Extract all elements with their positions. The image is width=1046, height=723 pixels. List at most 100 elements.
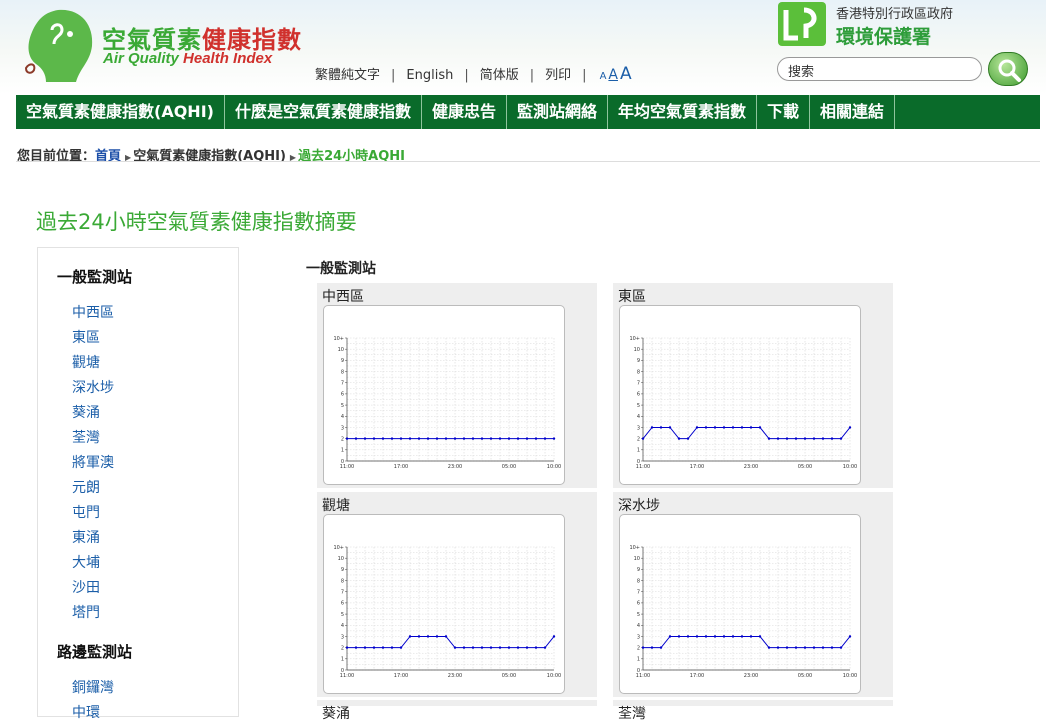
text-only-link[interactable]: 繁體純文字 — [315, 64, 380, 83]
y-tick-label: 6 — [341, 601, 344, 607]
aqhi-point — [372, 437, 376, 440]
x-tick-label: 10:00 — [843, 464, 857, 470]
aqhi-point — [381, 646, 385, 649]
separator: | — [464, 68, 469, 83]
aqhi-point — [803, 646, 807, 649]
aqhi-point — [552, 635, 556, 638]
font-medium-button[interactable]: A — [608, 67, 618, 83]
sidebar-station-link[interactable]: 荃灣 — [72, 427, 100, 447]
font-small-button[interactable]: A — [600, 71, 607, 82]
nav-what-is-aqhi[interactable]: 什麼是空氣質素健康指數 — [225, 95, 422, 129]
y-tick-label: 1 — [341, 448, 344, 454]
x-tick-label: 17:00 — [394, 464, 408, 470]
sidebar-station-link[interactable]: 中環 — [72, 702, 100, 722]
aqhi-point — [839, 646, 843, 649]
aqhi-point — [677, 437, 681, 440]
nav-health-advice[interactable]: 健康忠告 — [422, 95, 507, 129]
y-tick-label: 5 — [637, 403, 640, 409]
aqhi-point — [848, 426, 852, 429]
aqhi-point — [812, 646, 816, 649]
dept-name[interactable]: 環境保護署 — [836, 22, 931, 49]
search-input[interactable]: 搜索 — [777, 57, 982, 81]
aqhi-point — [453, 437, 457, 440]
x-tick-label: 23:00 — [448, 464, 462, 470]
sidebar-station-link[interactable]: 大埔 — [72, 552, 100, 572]
site-title-en[interactable]: Air Quality Health Index — [103, 50, 272, 67]
aqhi-chart: 0 1 2 3 4 5 6 7 8 9 10 10+ 11:00 17:00 23:00 05:00 10:00 — [323, 514, 565, 694]
aqhi-point — [650, 426, 654, 429]
general-stations-heading: 一般監測站 — [57, 268, 133, 286]
y-tick-label: 10 — [338, 556, 344, 562]
sidebar-station-link[interactable]: 塔門 — [72, 602, 100, 622]
english-link[interactable]: English — [406, 68, 453, 83]
x-tick-label: 17:00 — [690, 673, 704, 679]
sidebar-station-link[interactable]: 東區 — [72, 327, 100, 347]
aqhi-point — [821, 437, 825, 440]
sidebar-station-link[interactable]: 屯門 — [72, 502, 100, 522]
sidebar-station-link[interactable]: 中西區 — [72, 302, 114, 322]
chart-svg: 01234567891010+11:00 17:00 23:00 05:00 10:00 — [629, 545, 857, 679]
aqhi-point — [668, 635, 672, 638]
x-tick-label: 23:00 — [448, 673, 462, 679]
aqhi-point — [704, 635, 708, 638]
x-tick-label: 11:00 — [340, 673, 354, 679]
x-tick-label: 05:00 — [798, 464, 812, 470]
aqhi-point — [462, 437, 466, 440]
sidebar-station-link[interactable]: 將軍澳 — [72, 452, 114, 472]
aqhi-point — [345, 646, 349, 649]
print-link[interactable]: 列印 — [545, 64, 571, 83]
aqhi-point — [516, 646, 520, 649]
nav-download[interactable]: 下載 — [757, 95, 811, 129]
simplified-link[interactable]: 简体版 — [480, 64, 519, 83]
aqhi-point — [444, 635, 448, 638]
aqhi-point — [489, 646, 493, 649]
sidebar-station-link[interactable]: 葵涌 — [72, 402, 100, 422]
y-tick-label: 8 — [341, 578, 344, 584]
y-tick-label: 3 — [341, 634, 344, 640]
y-tick-label: 2 — [341, 645, 344, 651]
search-button[interactable] — [988, 52, 1028, 86]
aqhi-point — [354, 646, 358, 649]
aqhi-point — [399, 646, 403, 649]
sidebar-station-link[interactable]: 沙田 — [72, 577, 100, 597]
aqhi-point — [830, 646, 834, 649]
aqhi-point — [830, 437, 834, 440]
nav-aqhi[interactable]: 空氣質素健康指數(AQHI) — [16, 95, 225, 129]
aqhi-point — [471, 437, 475, 440]
aqhi-point — [525, 437, 529, 440]
sidebar-station-link[interactable]: 觀塘 — [72, 352, 100, 372]
aqhi-point — [354, 437, 358, 440]
x-tick-label: 05:00 — [798, 673, 812, 679]
aqhi-point — [417, 635, 421, 638]
aqhi-logo[interactable] — [22, 6, 97, 84]
nav-related-links[interactable]: 相關連結 — [810, 95, 896, 129]
roadside-stations-heading: 路邊監測站 — [57, 643, 133, 661]
aqhi-point — [345, 437, 349, 440]
chart-svg: 01234567891010+11:00 17:00 23:00 05:00 10:00 — [629, 336, 857, 470]
y-tick-label: 5 — [341, 612, 344, 618]
x-tick-label: 10:00 — [843, 673, 857, 679]
font-large-button[interactable]: A — [620, 64, 632, 84]
sidebar-station-link[interactable]: 深水埗 — [72, 377, 114, 397]
sidebar-station-link[interactable]: 東涌 — [72, 527, 100, 547]
aqhi-point — [489, 437, 493, 440]
aqhi-point — [803, 437, 807, 440]
aqhi-point — [417, 437, 421, 440]
nav-station-network[interactable]: 監測站網絡 — [507, 95, 609, 129]
separator: | — [391, 68, 396, 83]
aqhi-point — [821, 646, 825, 649]
aqhi-point — [399, 437, 403, 440]
aqhi-point — [516, 437, 520, 440]
epd-logo[interactable] — [776, 0, 828, 48]
sidebar-station-link[interactable]: 銅鑼灣 — [72, 677, 114, 697]
aqhi-point — [641, 437, 645, 440]
station-name: 深水埗 — [618, 498, 660, 514]
y-tick-label: 9 — [637, 358, 640, 364]
nav-annual-aqhi[interactable]: 年均空氣質素指數 — [608, 95, 758, 129]
sidebar-station-link[interactable]: 元朗 — [72, 477, 100, 497]
main-nav: 空氣質素健康指數(AQHI) 什麼是空氣質素健康指數 健康忠告 監測站網絡 年均… — [16, 95, 1040, 129]
y-tick-label: 8 — [637, 369, 640, 375]
aqhi-point — [534, 646, 538, 649]
station-name: 中西區 — [322, 289, 364, 305]
aqhi-point — [722, 426, 726, 429]
